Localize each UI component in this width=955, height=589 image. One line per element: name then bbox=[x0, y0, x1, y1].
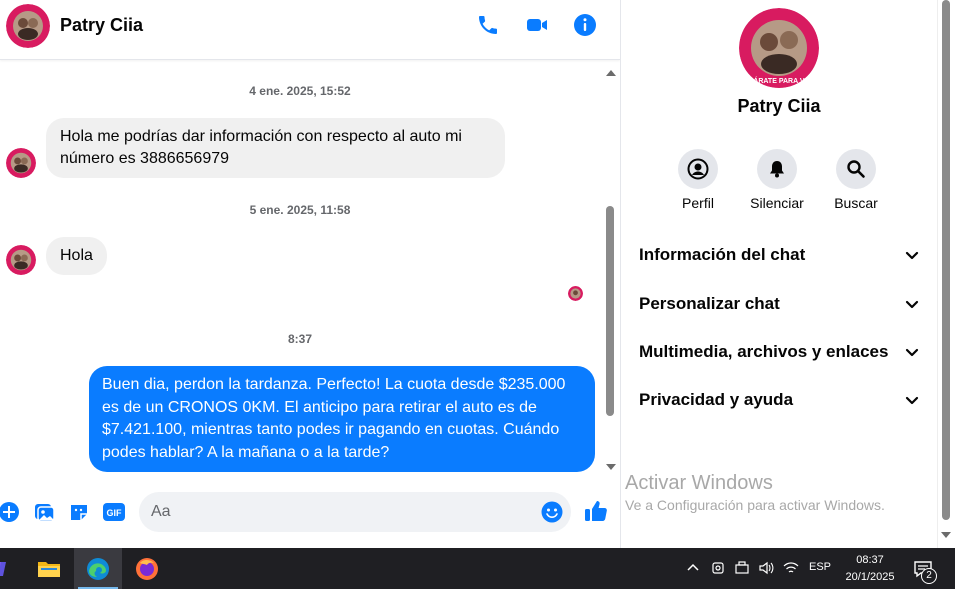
wifi-icon[interactable] bbox=[783, 560, 799, 576]
section-label: Personalizar chat bbox=[639, 294, 780, 313]
search-action-label: Buscar bbox=[834, 195, 878, 211]
message-timestamp: 8:37 bbox=[287, 332, 313, 346]
chat-pane: Patry Ciia 4 ene. 2025, 15:52 Hola me po… bbox=[0, 0, 620, 548]
incoming-message-bubble[interactable]: Hola me podrías dar información con resp… bbox=[46, 118, 505, 178]
network-adapter-icon[interactable] bbox=[734, 560, 750, 576]
chevron-up-icon[interactable] bbox=[685, 560, 701, 576]
svg-text:PREPÁRATE PARA VOTAR: PREPÁRATE PARA VOTAR bbox=[739, 76, 819, 85]
message-timestamp: 4 ene. 2025, 15:52 bbox=[249, 84, 351, 98]
outgoing-message-bubble[interactable]: Buen dia, perdon la tardanza. Perfecto! … bbox=[89, 366, 595, 472]
plus-icon[interactable] bbox=[0, 500, 21, 524]
incoming-message-bubble[interactable]: Hola bbox=[46, 237, 107, 275]
profile-icon[interactable] bbox=[678, 149, 718, 189]
chat-scrollbar[interactable] bbox=[604, 66, 618, 474]
scrollbar-thumb[interactable] bbox=[606, 206, 614, 416]
section-label: Información del chat bbox=[639, 245, 806, 264]
info-icon[interactable] bbox=[572, 12, 598, 38]
contact-avatar-small[interactable] bbox=[6, 245, 36, 275]
windows-taskbar: ESP 08:37 20/1/2025 2 bbox=[0, 548, 955, 589]
file-explorer-icon[interactable] bbox=[25, 548, 73, 589]
svg-text:GIF: GIF bbox=[107, 508, 123, 518]
chat-header: Patry Ciia bbox=[0, 0, 620, 60]
contact-avatar-small[interactable] bbox=[6, 148, 36, 178]
mute-action[interactable]: Silenciar bbox=[737, 149, 817, 211]
page-scrollbar-thumb[interactable] bbox=[942, 0, 950, 520]
gif-icon[interactable]: GIF bbox=[102, 500, 126, 524]
profile-action[interactable]: Perfil bbox=[658, 149, 738, 211]
system-clock[interactable]: 08:37 20/1/2025 bbox=[838, 552, 902, 586]
edge-icon[interactable] bbox=[74, 548, 122, 589]
page-scrollbar[interactable] bbox=[937, 0, 955, 548]
message-timestamp: 5 ene. 2025, 11:58 bbox=[249, 203, 351, 217]
image-icon[interactable] bbox=[32, 500, 56, 524]
seen-indicator-avatar bbox=[568, 286, 583, 301]
section-privacy-help[interactable]: Privacidad y ayuda bbox=[629, 380, 929, 420]
clock-date: 20/1/2025 bbox=[845, 571, 895, 583]
info-avatar[interactable]: PREPÁRATE PARA VOTAR bbox=[739, 8, 819, 88]
video-camera-icon[interactable] bbox=[524, 12, 550, 38]
scroll-down-arrow-icon[interactable] bbox=[606, 464, 616, 470]
messenger-page: Patry Ciia 4 ene. 2025, 15:52 Hola me po… bbox=[0, 0, 955, 589]
profile-action-label: Perfil bbox=[682, 195, 714, 211]
section-customize-chat[interactable]: Personalizar chat bbox=[629, 284, 929, 324]
message-input-wrapper bbox=[139, 492, 571, 532]
message-list: 4 ene. 2025, 15:52 Hola me podrías dar i… bbox=[0, 62, 604, 474]
search-icon[interactable] bbox=[836, 149, 876, 189]
chevron-down-icon bbox=[905, 348, 919, 357]
message-input[interactable] bbox=[151, 492, 531, 532]
search-action[interactable]: Buscar bbox=[816, 149, 896, 211]
volume-icon[interactable] bbox=[758, 560, 774, 576]
sticker-icon[interactable] bbox=[67, 500, 91, 524]
activate-windows-title: Activar Windows bbox=[625, 472, 773, 494]
thumbs-up-icon[interactable] bbox=[583, 498, 609, 524]
emoji-icon[interactable] bbox=[541, 501, 563, 523]
camera-status-icon[interactable] bbox=[710, 560, 726, 576]
message-composer: GIF bbox=[0, 484, 620, 540]
section-label: Multimedia, archivos y enlaces bbox=[639, 342, 889, 361]
notification-count-badge: 2 bbox=[921, 568, 937, 584]
clock-time: 08:37 bbox=[856, 554, 884, 566]
chevron-down-icon bbox=[905, 300, 919, 309]
contact-name[interactable]: Patry Ciia bbox=[60, 15, 143, 36]
chevron-down-icon bbox=[905, 251, 919, 260]
info-contact-name: Patry Ciia bbox=[737, 96, 821, 116]
section-chat-info[interactable]: Información del chat bbox=[629, 235, 929, 275]
scroll-up-arrow-icon[interactable] bbox=[606, 70, 616, 76]
mute-action-label: Silenciar bbox=[750, 195, 804, 211]
section-label: Privacidad y ayuda bbox=[639, 390, 794, 409]
firefox-icon[interactable] bbox=[123, 548, 171, 589]
scroll-down-arrow-icon[interactable] bbox=[941, 532, 951, 538]
activate-windows-subtitle: Ve a Configuración para activar Windows. bbox=[625, 497, 885, 513]
input-language[interactable]: ESP bbox=[809, 561, 831, 573]
contact-avatar[interactable] bbox=[6, 4, 50, 48]
chat-info-pane: PREPÁRATE PARA VOTAR Patry Ciia Perfil S… bbox=[621, 0, 937, 548]
phone-icon[interactable] bbox=[475, 12, 501, 38]
section-media-files-links[interactable]: Multimedia, archivos y enlaces bbox=[629, 332, 929, 372]
chevron-down-icon bbox=[905, 396, 919, 405]
copilot-icon[interactable] bbox=[0, 548, 16, 589]
bell-icon[interactable] bbox=[757, 149, 797, 189]
